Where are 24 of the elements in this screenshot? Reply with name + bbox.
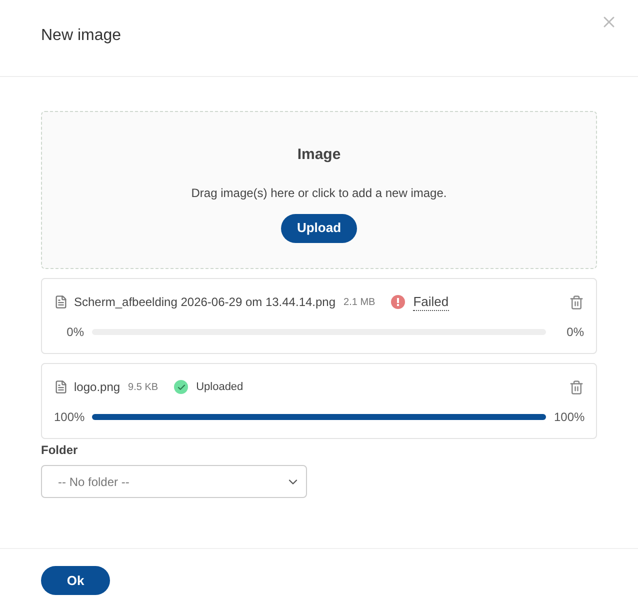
upload-button[interactable]: Upload	[280, 214, 358, 242]
delete-icon[interactable]	[569, 294, 584, 310]
folder-select[interactable]: -- No folder --	[41, 465, 307, 498]
progress-start: 0%	[66, 324, 84, 341]
folder-label: Folder	[41, 442, 79, 459]
dropzone-title: Image	[297, 145, 341, 165]
error-icon	[391, 295, 406, 309]
file-size: 2.1 MB	[344, 296, 376, 310]
progress-end: 100%	[554, 409, 584, 426]
status-label: Uploaded	[196, 380, 244, 395]
file-icon	[54, 295, 68, 309]
progress-start: 100%	[54, 409, 84, 426]
file-name: Scherm_afbeelding 2026-06-29 om 13.44.14.png	[74, 294, 336, 311]
file-icon	[54, 380, 68, 394]
dialog-title: New image	[41, 26, 122, 46]
check-icon	[174, 380, 188, 394]
dropzone[interactable]: Image Drag image(s) here or click to add a new image. Upload	[41, 111, 597, 269]
file-size: 9.5 KB	[128, 380, 158, 394]
status-label[interactable]: Failed	[413, 294, 449, 310]
progress-end: 0%	[566, 324, 584, 341]
delete-icon[interactable]	[569, 380, 584, 394]
file-name: logo.png	[74, 379, 120, 396]
ok-button[interactable]: Ok	[41, 566, 110, 595]
dropzone-hint: Drag image(s) here or click to add a new image.	[191, 184, 447, 202]
